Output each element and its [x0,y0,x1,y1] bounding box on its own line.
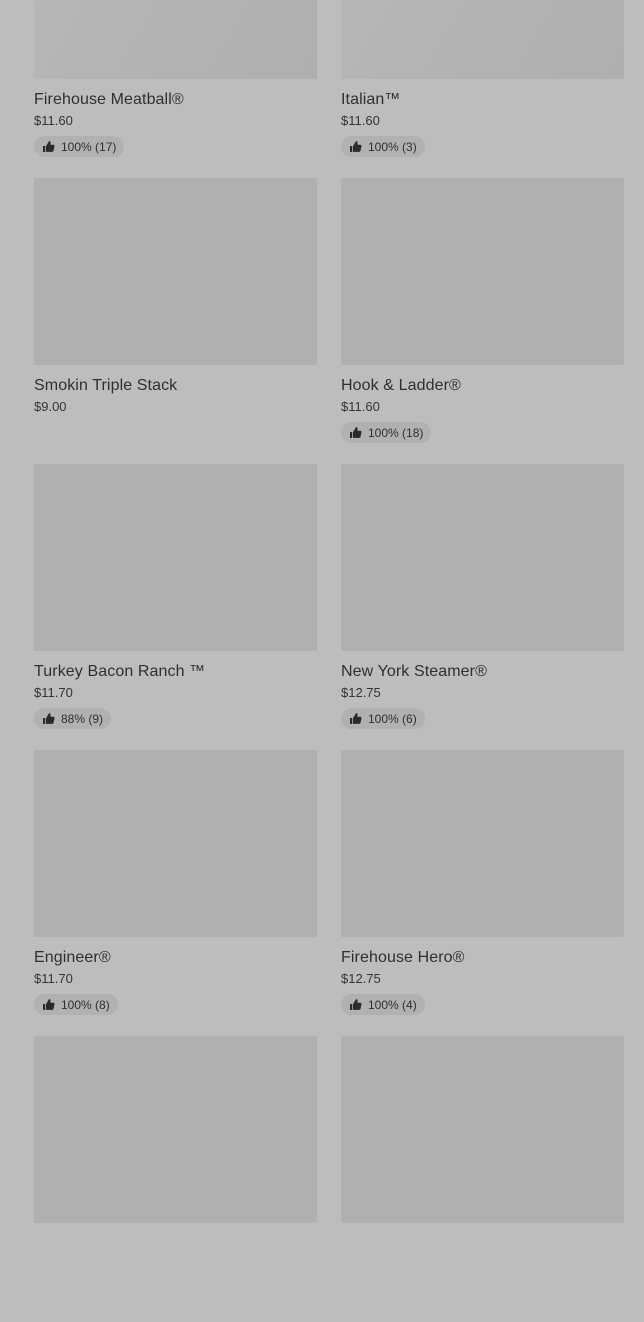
menu-item-image[interactable] [34,178,317,365]
menu-item-card[interactable]: Hook & Ladder® $11.60 100% (18) [341,178,624,464]
menu-item-name: Hook & Ladder® [341,377,461,394]
menu-item-price: $11.60 [34,113,73,128]
rating-badge: 100% (3) [341,136,425,157]
menu-item-image[interactable] [34,750,317,937]
rating-badge: 100% (18) [341,422,432,443]
menu-item-image[interactable] [34,1036,317,1223]
menu-item-price: $11.70 [34,685,73,700]
rating-badge: 88% (9) [34,708,112,729]
menu-item-card[interactable]: Smokin Triple Stack $9.00 [34,178,317,464]
rating-badge: 100% (8) [34,994,118,1015]
menu-item-name: Smokin Triple Stack [34,377,178,394]
thumbs-up-icon [349,426,362,439]
menu-item-card[interactable]: Firehouse Meatball® $11.60 100% (17) [34,0,317,178]
menu-item-card[interactable]: Italian™ $11.60 100% (3) [341,0,624,178]
menu-item-name: New York Steamer® [341,663,487,680]
rating-badge: 100% (6) [341,708,425,729]
rating-badge: 100% (17) [34,136,125,157]
thumbs-up-icon [42,712,55,725]
menu-item-image[interactable] [341,178,624,365]
rating-text: 100% (4) [368,997,417,1012]
rating-text: 100% (3) [368,139,417,154]
menu-item-card[interactable]: New York Steamer® $12.75 100% (6) [341,464,624,750]
rating-badge: 100% (4) [341,994,425,1015]
thumbs-up-icon [42,998,55,1011]
menu-item-price: $11.60 [341,113,380,128]
menu-item-name: Firehouse Meatball® [34,91,184,108]
rating-text: 100% (8) [61,997,110,1012]
menu-item-image[interactable] [341,750,624,937]
menu-item-price: $9.00 [34,399,67,414]
thumbs-up-icon [349,712,362,725]
menu-item-card[interactable]: Engineer® $11.70 100% (8) [34,750,317,1036]
menu-item-image[interactable] [341,1036,624,1223]
menu-item-image[interactable] [341,0,624,79]
rating-text: 88% (9) [61,711,104,726]
menu-item-price: $11.70 [34,971,73,986]
rating-text: 100% (18) [368,425,424,440]
rating-text: 100% (6) [368,711,417,726]
menu-item-card[interactable]: Firehouse Hero® $12.75 100% (4) [341,750,624,1036]
menu-item-image[interactable] [341,464,624,651]
menu-item-name: Engineer® [34,949,111,966]
menu-item-price: $11.60 [341,399,380,414]
menu-item-image[interactable] [34,464,317,651]
menu-item-name: Firehouse Hero® [341,949,465,966]
thumbs-up-icon [349,140,362,153]
thumbs-up-icon [42,140,55,153]
menu-item-image[interactable] [34,0,317,79]
thumbs-up-icon [349,998,362,1011]
menu-item-card[interactable]: Turkey Bacon Ranch ™ $11.70 88% (9) [34,464,317,750]
rating-text: 100% (17) [61,139,117,154]
menu-item-price: $12.75 [341,685,381,700]
menu-item-price: $12.75 [341,971,381,986]
menu-item-card[interactable] [34,1036,317,1322]
menu-item-card[interactable] [341,1036,624,1322]
menu-item-grid: Firehouse Meatball® $11.60 100% (17) Ita… [34,0,624,1322]
menu-item-name: Turkey Bacon Ranch ™ [34,663,206,680]
menu-item-name: Italian™ [341,91,401,108]
